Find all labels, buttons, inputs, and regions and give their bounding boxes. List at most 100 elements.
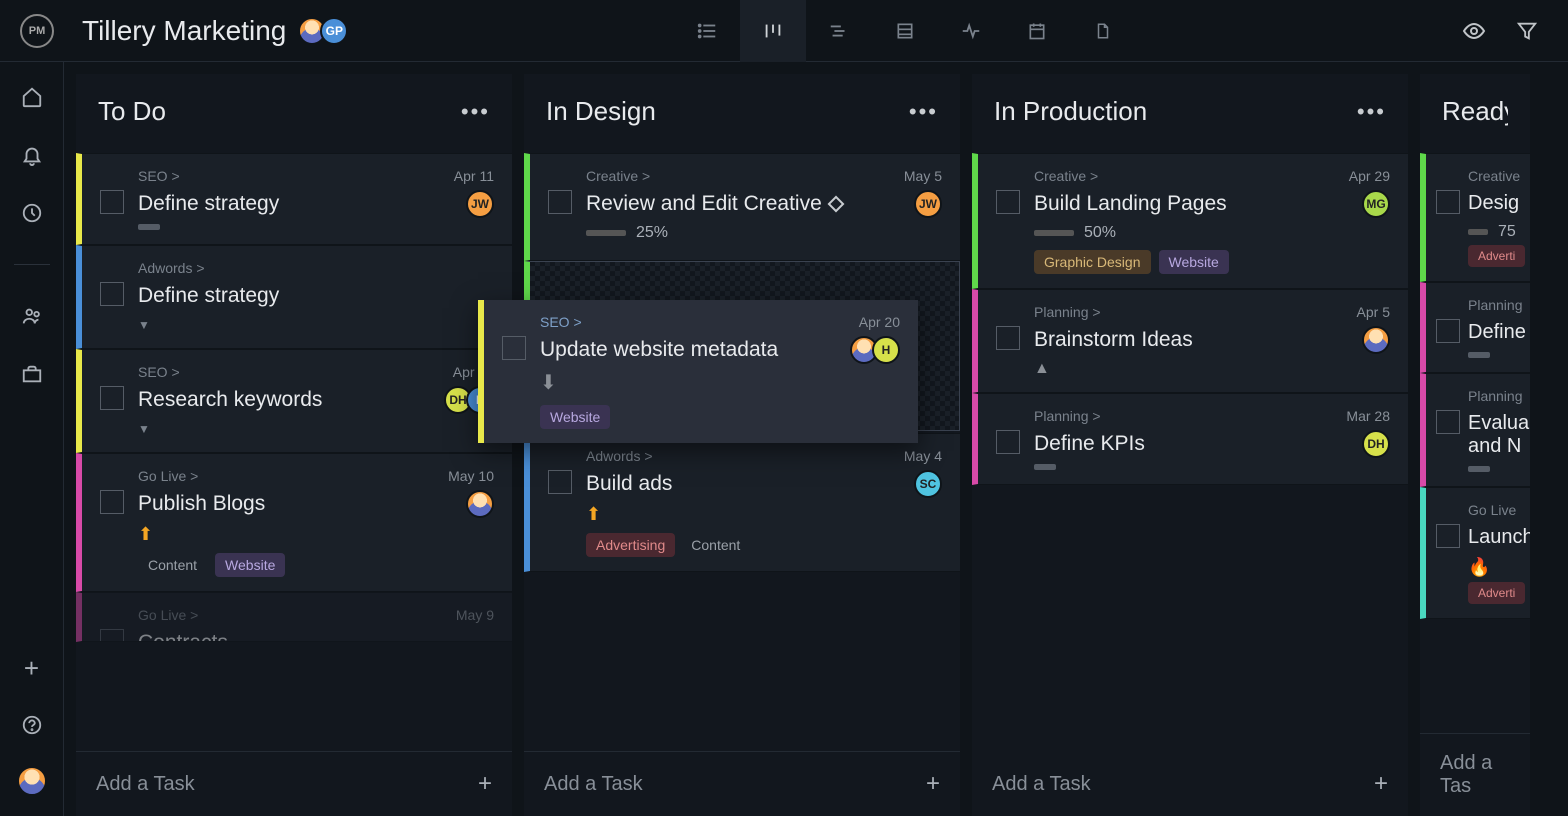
assignee-avatar[interactable]: JW: [914, 190, 942, 218]
priority-high-icon: ⬆: [586, 504, 942, 525]
view-tab-calendar[interactable]: [1004, 0, 1070, 62]
notifications-icon[interactable]: [21, 144, 43, 166]
task-title: Update website metadata: [540, 338, 900, 362]
assignee-avatar[interactable]: [1362, 326, 1390, 354]
plus-icon: +: [1374, 770, 1388, 798]
task-tag[interactable]: Graphic Design: [1034, 250, 1151, 274]
task-tag[interactable]: Content: [138, 553, 207, 577]
priority-high-icon: ⬆: [138, 524, 494, 545]
task-date: Mar 28: [1346, 408, 1390, 424]
avatar[interactable]: GP: [320, 17, 348, 45]
assignee-avatar[interactable]: H: [872, 336, 900, 364]
task-title: Launch: [1468, 526, 1530, 549]
filter-icon[interactable]: [1516, 19, 1538, 43]
add-task-button[interactable]: Add a Task+: [76, 751, 512, 816]
plus-icon: +: [478, 770, 492, 798]
task-checkbox[interactable]: [100, 490, 124, 514]
task-card[interactable]: SEO > Research keywords Apr 13 DH P: [76, 349, 512, 453]
assignee-avatar[interactable]: JW: [466, 190, 494, 218]
column-todo: To Do ••• SEO > Define strategy Apr 11 J…: [76, 74, 512, 816]
view-tab-files[interactable]: [1070, 0, 1136, 62]
task-checkbox[interactable]: [100, 629, 124, 642]
task-card[interactable]: Go Live Launch 🔥 Adverti: [1420, 487, 1530, 619]
task-tag[interactable]: Content: [683, 533, 748, 557]
expand-icon[interactable]: [138, 316, 150, 334]
project-members[interactable]: GP: [304, 17, 348, 45]
add-task-button[interactable]: Add a Task+: [524, 751, 960, 816]
task-checkbox[interactable]: [100, 282, 124, 306]
view-tab-board[interactable]: [740, 0, 806, 62]
visibility-icon[interactable]: [1462, 19, 1486, 43]
task-category: Creative: [1468, 168, 1525, 184]
task-card[interactable]: Adwords > Define strategy: [76, 245, 512, 349]
task-card[interactable]: SEO > Define strategy Apr 11 JW: [76, 153, 512, 245]
plus-icon: +: [926, 770, 940, 798]
task-tag[interactable]: Adverti: [1468, 245, 1525, 267]
view-tab-gantt[interactable]: [806, 0, 872, 62]
assignee-avatar[interactable]: SC: [914, 470, 942, 498]
column-menu-icon[interactable]: •••: [909, 99, 938, 125]
task-checkbox[interactable]: [1436, 319, 1460, 343]
column-menu-icon[interactable]: •••: [461, 99, 490, 125]
task-checkbox[interactable]: [996, 430, 1020, 454]
task-tag[interactable]: Advertising: [586, 533, 675, 557]
task-title: Define strategy: [138, 284, 494, 308]
column-title: In Production: [994, 96, 1147, 127]
portfolio-icon[interactable]: [21, 363, 43, 385]
divider: [14, 264, 50, 265]
team-icon[interactable]: [21, 305, 43, 327]
column-menu-icon[interactable]: •••: [1357, 99, 1386, 125]
view-tab-sheet[interactable]: [872, 0, 938, 62]
task-title: Evalua and N: [1468, 412, 1529, 458]
help-icon[interactable]: [21, 714, 43, 736]
view-tab-activity[interactable]: [938, 0, 1004, 62]
task-title: Build ads: [586, 472, 942, 496]
task-tag[interactable]: Website: [215, 553, 285, 577]
task-title: Contracts: [138, 631, 494, 642]
task-checkbox[interactable]: [1436, 190, 1460, 214]
add-task-button[interactable]: Add a Task+: [972, 752, 1408, 816]
priority-low-icon: [1034, 464, 1056, 470]
task-checkbox[interactable]: [502, 336, 526, 360]
task-card[interactable]: Adwords > Build ads ⬆ Advertising Conten…: [524, 433, 960, 572]
task-card[interactable]: Planning Define: [1420, 282, 1530, 373]
task-card[interactable]: Planning > Brainstorm Ideas ▲ Apr 5: [972, 289, 1408, 393]
task-checkbox[interactable]: [1436, 524, 1460, 548]
recents-icon[interactable]: [21, 202, 43, 224]
home-icon[interactable]: [21, 86, 43, 108]
expand-icon[interactable]: [138, 420, 150, 438]
task-tag[interactable]: Website: [540, 405, 610, 429]
task-card[interactable]: Go Live > Contracts May 9: [76, 592, 512, 642]
task-checkbox[interactable]: [100, 190, 124, 214]
task-tag[interactable]: Website: [1159, 250, 1229, 274]
add-task-button[interactable]: Add a Tas: [1420, 733, 1530, 816]
view-tab-list[interactable]: [674, 0, 740, 62]
task-card[interactable]: Planning > Define KPIs Mar 28 DH: [972, 393, 1408, 485]
task-card[interactable]: Go Live > Publish Blogs ⬆ Content Websit…: [76, 453, 512, 592]
progress-text: 50%: [1084, 224, 1116, 242]
task-checkbox[interactable]: [996, 190, 1020, 214]
assignee-avatar[interactable]: DH: [1362, 430, 1390, 458]
task-card[interactable]: Creative > Build Landing Pages 50% Graph…: [972, 153, 1408, 289]
task-checkbox[interactable]: [548, 190, 572, 214]
task-tag[interactable]: Adverti: [1468, 582, 1525, 604]
column-title: In Design: [546, 96, 656, 127]
task-category: Go Live: [1468, 502, 1530, 518]
view-tabs: [674, 0, 1136, 62]
dragging-task-card[interactable]: SEO > Update website metadata ⬇ Website …: [478, 300, 918, 443]
assignee-avatar[interactable]: [466, 490, 494, 518]
task-card[interactable]: Planning Evalua and N: [1420, 373, 1530, 487]
task-card[interactable]: Creative > Review and Edit Creative 25% …: [524, 153, 960, 261]
current-user-avatar[interactable]: [17, 766, 47, 796]
task-category: Adwords >: [138, 260, 494, 276]
task-card[interactable]: Creative Desig 75 Adverti: [1420, 153, 1530, 282]
add-icon[interactable]: +: [24, 653, 39, 684]
app-logo[interactable]: PM: [20, 14, 54, 48]
task-category: Adwords >: [586, 448, 942, 464]
assignee-avatar[interactable]: MG: [1362, 190, 1390, 218]
task-checkbox[interactable]: [996, 326, 1020, 350]
task-date: Apr 5: [1357, 304, 1390, 320]
task-checkbox[interactable]: [100, 386, 124, 410]
task-checkbox[interactable]: [548, 470, 572, 494]
task-checkbox[interactable]: [1436, 410, 1460, 434]
